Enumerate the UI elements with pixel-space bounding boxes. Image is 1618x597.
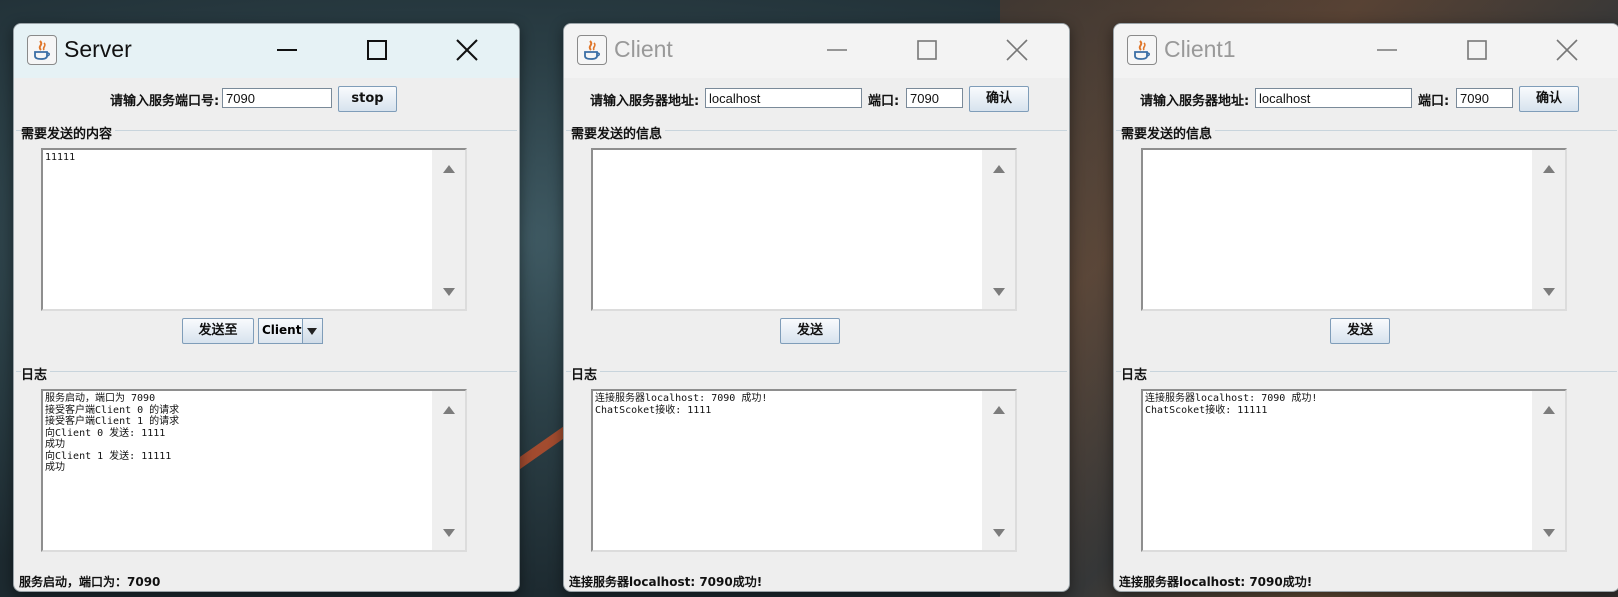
port-input[interactable]: 7090 bbox=[906, 88, 963, 108]
stop-button[interactable]: stop bbox=[338, 86, 397, 112]
scroll-down-icon[interactable] bbox=[1543, 288, 1555, 296]
scroll-up-icon[interactable] bbox=[443, 406, 455, 414]
log-textarea[interactable]: 连接服务器localhost: 7090 成功! ChatScoket接收: 1… bbox=[591, 389, 1017, 552]
log-group: 日志 服务启动，端口为 7090 接受客户端Client 0 的请求 接受客户端… bbox=[16, 364, 517, 556]
maximize-icon[interactable] bbox=[903, 34, 951, 66]
server-address-label: 请输入服务器地址: bbox=[590, 94, 700, 109]
scroll-up-icon[interactable] bbox=[443, 165, 455, 173]
java-icon bbox=[27, 35, 57, 65]
scroll-up-icon[interactable] bbox=[1543, 406, 1555, 414]
log-textarea[interactable]: 服务启动，端口为 7090 接受客户端Client 0 的请求 接受客户端Cli… bbox=[41, 389, 467, 552]
scroll-down-icon[interactable] bbox=[443, 288, 455, 296]
close-icon[interactable] bbox=[1543, 34, 1591, 66]
server-address-input[interactable]: localhost bbox=[1255, 88, 1412, 108]
client-window: Client 请输入服务器地址: localhost 端口: 7090 确认 需… bbox=[563, 23, 1070, 592]
status-bar: 连接服务器localhost: 7090成功! bbox=[1119, 575, 1313, 589]
port-label: 端口: bbox=[868, 94, 900, 109]
minimize-icon[interactable] bbox=[813, 34, 861, 66]
log-text: 连接服务器localhost: 7090 成功! ChatScoket接收: 1… bbox=[595, 393, 768, 416]
maximize-icon[interactable] bbox=[1453, 34, 1501, 66]
confirm-button[interactable]: 确认 bbox=[969, 86, 1029, 112]
window-title: Client1 bbox=[1164, 36, 1236, 62]
message-group: 需要发送的信息 bbox=[1116, 123, 1617, 311]
confirm-button[interactable]: 确认 bbox=[1519, 86, 1579, 112]
log-text: 服务启动，端口为 7090 接受客户端Client 0 的请求 接受客户端Cli… bbox=[45, 393, 180, 473]
log-scrollbar[interactable] bbox=[432, 391, 465, 550]
scroll-up-icon[interactable] bbox=[993, 165, 1005, 173]
log-text: 连接服务器localhost: 7090 成功! ChatScoket接收: 1… bbox=[1145, 393, 1318, 416]
message-group-title: 需要发送的信息 bbox=[571, 123, 666, 142]
log-group-title: 日志 bbox=[21, 364, 51, 383]
minimize-icon[interactable] bbox=[1363, 34, 1411, 66]
message-group-title: 需要发送的信息 bbox=[1121, 123, 1216, 142]
server-address-label: 请输入服务器地址: bbox=[1140, 94, 1250, 109]
message-scrollbar[interactable] bbox=[1532, 150, 1565, 309]
client1-window: Client1 请输入服务器地址: localhost 端口: 7090 确认 … bbox=[1113, 23, 1618, 592]
server-window: Server 请输入服务端口号: 7090 stop 需要发送的内容 11111… bbox=[13, 23, 520, 592]
log-group: 日志 连接服务器localhost: 7090 成功! ChatScoket接收… bbox=[566, 364, 1067, 556]
scroll-down-icon[interactable] bbox=[1543, 529, 1555, 537]
target-client-select[interactable]: Client1 bbox=[258, 318, 323, 344]
send-button[interactable]: 发送 bbox=[1330, 318, 1390, 344]
window-title: Server bbox=[64, 36, 132, 62]
status-bar: 服务启动，端口为：7090 bbox=[19, 575, 161, 589]
send-to-button[interactable]: 发送至 bbox=[182, 318, 254, 344]
title-bar[interactable]: Server bbox=[14, 24, 519, 78]
message-textarea[interactable] bbox=[1141, 148, 1567, 311]
close-icon[interactable] bbox=[443, 34, 491, 66]
scroll-up-icon[interactable] bbox=[993, 406, 1005, 414]
scroll-up-icon[interactable] bbox=[1543, 165, 1555, 173]
minimize-icon[interactable] bbox=[263, 34, 311, 66]
port-label: 请输入服务端口号: bbox=[110, 94, 220, 109]
window-title: Client bbox=[614, 36, 673, 62]
content-group-title: 需要发送的内容 bbox=[21, 123, 116, 142]
port-input[interactable]: 7090 bbox=[1456, 88, 1513, 108]
message-group: 需要发送的信息 bbox=[566, 123, 1067, 311]
close-icon[interactable] bbox=[993, 34, 1041, 66]
log-scrollbar[interactable] bbox=[982, 391, 1015, 550]
content-group: 需要发送的内容 11111 bbox=[16, 123, 517, 311]
title-bar[interactable]: Client1 bbox=[1114, 24, 1618, 78]
maximize-icon[interactable] bbox=[353, 34, 401, 66]
log-group: 日志 连接服务器localhost: 7090 成功! ChatScoket接收… bbox=[1116, 364, 1617, 556]
log-group-title: 日志 bbox=[1121, 364, 1151, 383]
scroll-down-icon[interactable] bbox=[993, 288, 1005, 296]
java-icon bbox=[1127, 35, 1157, 65]
port-input[interactable]: 7090 bbox=[222, 88, 332, 108]
content-textarea[interactable]: 11111 bbox=[41, 148, 467, 311]
content-text: 11111 bbox=[45, 152, 76, 163]
log-textarea[interactable]: 连接服务器localhost: 7090 成功! ChatScoket接收: 1… bbox=[1141, 389, 1567, 552]
status-bar: 连接服务器localhost: 7090成功! bbox=[569, 575, 763, 589]
content-scrollbar[interactable] bbox=[432, 150, 465, 309]
title-bar[interactable]: Client bbox=[564, 24, 1069, 78]
port-label: 端口: bbox=[1418, 94, 1450, 109]
message-scrollbar[interactable] bbox=[982, 150, 1015, 309]
scroll-down-icon[interactable] bbox=[993, 529, 1005, 537]
message-textarea[interactable] bbox=[591, 148, 1017, 311]
server-address-input[interactable]: localhost bbox=[705, 88, 862, 108]
send-button[interactable]: 发送 bbox=[780, 318, 840, 344]
log-scrollbar[interactable] bbox=[1532, 391, 1565, 550]
java-icon bbox=[577, 35, 607, 65]
log-group-title: 日志 bbox=[571, 364, 601, 383]
scroll-down-icon[interactable] bbox=[443, 529, 455, 537]
chevron-down-icon[interactable] bbox=[302, 319, 322, 343]
